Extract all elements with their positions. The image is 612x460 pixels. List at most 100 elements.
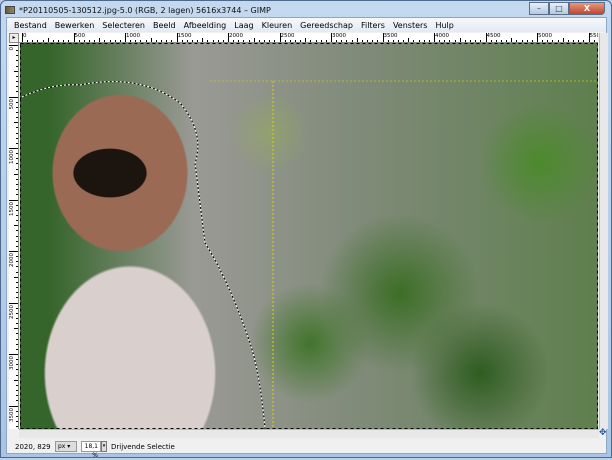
ruler-minor-tick xyxy=(16,127,18,129)
ruler-minor-tick xyxy=(14,173,18,175)
ruler-minor-tick xyxy=(16,204,18,206)
ruler-minor-tick xyxy=(500,40,502,42)
ruler-minor-tick xyxy=(454,40,456,42)
ruler-minor-tick xyxy=(418,40,420,42)
ruler-minor-tick xyxy=(16,287,18,289)
close-button[interactable]: X xyxy=(569,2,605,15)
menu-filters[interactable]: Filters xyxy=(357,21,389,30)
ruler-label: 3000 xyxy=(9,356,15,370)
ruler-minor-tick xyxy=(16,106,18,108)
ruler-minor-tick xyxy=(16,81,18,83)
ruler-minor-tick xyxy=(109,40,111,42)
ruler-minor-tick xyxy=(16,297,18,299)
menu-gereedschap[interactable]: Gereedschap xyxy=(296,21,357,30)
ruler-minor-tick xyxy=(387,40,389,42)
ruler-minor-tick xyxy=(94,40,96,42)
ruler-minor-tick xyxy=(284,40,286,42)
ruler-minor-tick xyxy=(197,40,199,42)
ruler-minor-tick xyxy=(14,276,18,278)
ruler-minor-tick xyxy=(439,40,441,42)
ruler-minor-tick xyxy=(16,230,18,232)
menu-beeld[interactable]: Beeld xyxy=(149,21,180,30)
ruler-minor-tick xyxy=(16,214,18,216)
zoom-dropdown-button[interactable]: ▾ xyxy=(101,441,107,452)
ruler-label: 2500 xyxy=(9,304,15,319)
ruler-minor-tick xyxy=(16,240,18,242)
maximize-button[interactable]: □ xyxy=(549,2,569,15)
ruler-minor-tick xyxy=(356,38,358,42)
ruler-minor-tick xyxy=(99,38,101,42)
ruler-minor-tick xyxy=(16,55,18,57)
ruler-label: 0 xyxy=(9,47,15,51)
ruler-minor-tick xyxy=(68,40,70,42)
ruler-minor-tick xyxy=(16,101,18,103)
ruler-minor-tick xyxy=(531,40,533,42)
ruler-minor-tick xyxy=(16,374,18,376)
ruler-minor-tick xyxy=(150,38,152,42)
floating-selection-outline xyxy=(20,43,598,429)
ruler-minor-tick xyxy=(16,400,18,402)
ruler-minor-tick xyxy=(37,40,39,42)
ruler-minor-tick xyxy=(16,343,18,345)
image-menu-icon[interactable]: ▸ xyxy=(9,33,19,43)
ruler-minor-tick xyxy=(78,40,80,42)
horizontal-scrollbar[interactable] xyxy=(19,429,599,438)
ruler-minor-tick xyxy=(16,163,18,165)
zoom-input[interactable]: 18,1 % xyxy=(81,441,101,459)
ruler-tick xyxy=(9,405,18,407)
ruler-label: 500 xyxy=(9,98,15,110)
ruler-minor-tick xyxy=(16,153,18,155)
gimp-window: *P20110505-130512.jpg-5.0 (RGB, 2 lagen)… xyxy=(0,0,612,459)
ruler-minor-tick xyxy=(202,38,204,42)
ruler-tick xyxy=(9,354,18,355)
menu-bewerken[interactable]: Bewerken xyxy=(51,21,99,30)
menu-laag[interactable]: Laag xyxy=(230,21,257,30)
menu-afbeelding[interactable]: Afbeelding xyxy=(180,21,231,30)
ruler-label: 0 xyxy=(23,33,27,39)
navigate-icon[interactable]: ✥ xyxy=(599,429,608,438)
ruler-minor-tick xyxy=(526,40,528,42)
ruler-label: 3000 xyxy=(332,33,346,39)
ruler-minor-tick xyxy=(16,194,18,196)
ruler-minor-tick xyxy=(212,40,214,42)
ruler-minor-tick xyxy=(16,338,18,340)
ruler-minor-tick xyxy=(372,40,374,42)
ruler-minor-tick xyxy=(114,40,116,42)
ruler-minor-tick xyxy=(16,395,18,397)
ruler-minor-tick xyxy=(16,50,18,52)
ruler-minor-tick xyxy=(83,40,85,42)
ruler-minor-tick xyxy=(88,40,90,42)
menu-bestand[interactable]: Bestand xyxy=(10,21,51,30)
vertical-scrollbar[interactable] xyxy=(599,33,608,429)
ruler-minor-tick xyxy=(264,40,266,42)
menu-selecteren[interactable]: Selecteren xyxy=(98,21,149,30)
menu-kleuren[interactable]: Kleuren xyxy=(258,21,297,30)
ruler-minor-tick xyxy=(449,40,451,42)
ruler-minor-tick xyxy=(320,40,322,42)
ruler-minor-tick xyxy=(32,40,34,42)
unit-select[interactable]: px ▾ xyxy=(55,441,77,452)
ruler-minor-tick xyxy=(480,40,482,42)
ruler-minor-tick xyxy=(243,40,245,42)
menu-hulp[interactable]: Hulp xyxy=(431,21,457,30)
ruler-minor-tick xyxy=(171,40,173,42)
ruler-label: 4500 xyxy=(486,33,501,39)
ruler-minor-tick xyxy=(511,38,513,42)
ruler-minor-tick xyxy=(16,390,18,392)
ruler-minor-tick xyxy=(16,86,18,88)
ruler-minor-tick xyxy=(336,40,338,42)
ruler-minor-tick xyxy=(14,70,18,72)
ruler-minor-tick xyxy=(16,369,18,371)
ruler-minor-tick xyxy=(233,40,235,42)
ruler-minor-tick xyxy=(428,40,430,42)
ruler-label: 2500 xyxy=(280,33,295,39)
ruler-label: 1500 xyxy=(9,201,15,216)
minimize-button[interactable]: – xyxy=(529,2,549,15)
menu-vensters[interactable]: Vensters xyxy=(389,21,432,30)
ruler-minor-tick xyxy=(16,220,18,222)
ruler-minor-tick xyxy=(573,40,575,42)
image-canvas[interactable] xyxy=(20,43,598,429)
ruler-tick xyxy=(9,148,18,149)
ruler-minor-tick xyxy=(135,40,137,42)
ruler-tick xyxy=(9,302,18,304)
